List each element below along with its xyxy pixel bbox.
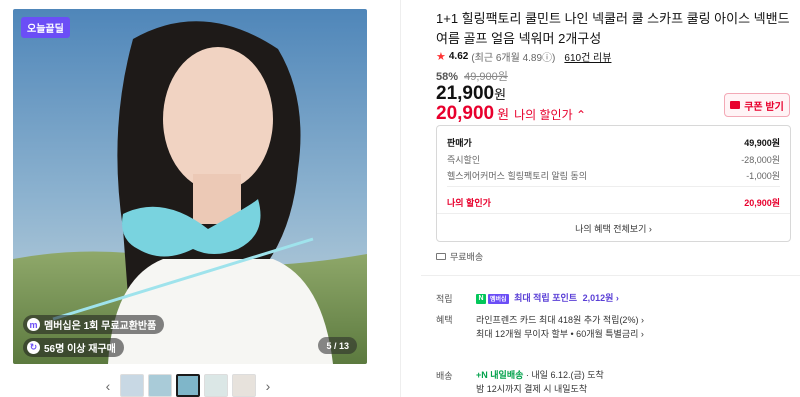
rating-score: 4.62 — [448, 51, 469, 62]
divider — [437, 213, 790, 214]
product-gallery: 오늘끝딜 m 멤버십은 1회 무료교환반품 ↻ 56명 이상 재구매 5 / 1… — [0, 0, 400, 397]
delivery-row: +N 내일배송 · 내일 6.12.(금) 도착 — [476, 368, 604, 381]
thumbnail[interactable] — [232, 374, 256, 397]
coupon-label: 쿠폰 받기 — [744, 101, 784, 113]
original-price: 49,900원 — [464, 71, 508, 83]
sale-price-label: 판매가 — [447, 138, 472, 148]
discount-percent: 58% — [436, 71, 459, 83]
my-price-label: 나의 할인가 ⌃ — [514, 108, 587, 122]
alert-discount-row: 헬스케어커머스 힐링팩토리 알림 동의 -1,000원 — [447, 169, 780, 182]
naver-n-icon: N — [476, 293, 486, 304]
divider — [421, 275, 800, 276]
card-perk-link[interactable]: 라인프렌즈 카드 최대 418원 추가 적립(2%) › — [476, 313, 644, 326]
product-title: 1+1 힐링팩토리 쿨민트 나인 넥쿨러 쿨 스카프 쿨링 아이스 넥밴드 여름… — [436, 11, 790, 46]
rating-row: ★ 4.62 (최근 6개월 4.89ⓘ) 610건 리뷰 — [436, 49, 611, 64]
thumbnail-active[interactable] — [176, 374, 200, 397]
thumbnail-prev-arrow-icon[interactable]: ‹ — [100, 378, 116, 394]
points-text: 최대 적립 포인트 — [514, 293, 578, 303]
my-price-unit: 원 — [497, 107, 510, 122]
thumbnail[interactable] — [204, 374, 228, 397]
my-price-value: 20,900 — [436, 103, 495, 124]
alert-discount-amount: -1,000원 — [746, 171, 780, 181]
sale-price-row: 판매가 49,900원 — [447, 136, 780, 149]
repurchase-icon: ↻ — [27, 341, 40, 354]
naver-plus-badge: N 멤버십 — [476, 293, 509, 304]
coupon-button[interactable]: 쿠폰 받기 — [724, 93, 790, 117]
instant-discount-row: 즉시할인 -28,000원 — [447, 153, 780, 166]
rating-detail: (최근 6개월 4.89ⓘ) — [471, 53, 556, 64]
tomorrow-delivery-badge: +N 내일배송 — [476, 370, 524, 380]
all-benefits-link[interactable]: 나의 혜택 전체보기 › — [437, 222, 790, 235]
membership-icon: m — [27, 318, 40, 331]
main-product-image[interactable]: 오늘끝딜 m 멤버십은 1회 무료교환반품 ↻ 56명 이상 재구매 5 / 1… — [13, 9, 367, 364]
thumbnail[interactable] — [148, 374, 172, 397]
delivery-note: 밤 12시까지 결제 시 내일도착 — [476, 384, 588, 394]
membership-exchange-text: 멤버십은 1회 무료교환반품 — [44, 321, 157, 332]
sale-price: 21,900원 — [436, 83, 506, 105]
instant-discount-label: 즉시할인 — [447, 155, 481, 165]
instant-discount-amount: -28,000원 — [741, 155, 780, 165]
my-price-row-label: 나의 할인가 — [447, 198, 491, 208]
my-price-row: 나의 할인가 20,900원 — [447, 196, 780, 209]
free-shipping: 무료배송 — [436, 250, 483, 263]
today-deal-badge: 오늘끝딜 — [21, 17, 70, 38]
delivery-label: 배송 — [436, 371, 453, 381]
thumbnail[interactable] — [120, 374, 144, 397]
points-value: 2,012원 › — [582, 293, 619, 303]
perks-label: 혜택 — [436, 315, 453, 325]
product-photo — [13, 9, 367, 364]
image-counter: 5 / 13 — [318, 337, 357, 354]
delivery-date: · 내일 6.12.(금) 도착 — [525, 370, 604, 380]
my-discount-price[interactable]: 20,900 원 나의 할인가 ⌃ — [436, 103, 586, 125]
truck-icon — [436, 253, 446, 260]
free-shipping-text: 무료배송 — [450, 252, 484, 262]
thumbnail-strip: ‹ › — [100, 374, 276, 397]
product-info: 1+1 힐링팩토리 쿨민트 나인 넥쿨러 쿨 스카프 쿨링 아이스 넥밴드 여름… — [400, 0, 800, 397]
discount-row: 58% 49,900원 — [436, 68, 508, 84]
sale-price-unit: 원 — [494, 87, 507, 102]
sale-price-value: 21,900 — [436, 83, 495, 104]
coupon-icon — [730, 101, 741, 109]
thumbnail-next-arrow-icon[interactable]: › — [260, 378, 276, 394]
price-breakdown-box: 판매가 49,900원 즉시할인 -28,000원 헬스케어커머스 힐링팩토리 … — [436, 125, 791, 242]
my-price-row-amount: 20,900원 — [744, 198, 780, 208]
points-row[interactable]: N 멤버십 최대 적립 포인트 2,012원 › — [476, 291, 619, 304]
divider — [447, 186, 780, 187]
installment-perk-link[interactable]: 최대 12개월 무이자 할부 • 60개월 특별금리 › — [476, 327, 644, 340]
repurchase-text: 56명 이상 재구매 — [44, 344, 116, 355]
review-count-link[interactable]: 610건 리뷰 — [564, 49, 611, 64]
sale-price-amount: 49,900원 — [744, 138, 780, 148]
points-label: 적립 — [436, 294, 453, 304]
star-icon: ★ — [436, 51, 446, 63]
membership-badge: 멤버십 — [488, 293, 509, 304]
repurchase-pill: ↻ 56명 이상 재구매 — [23, 338, 124, 357]
membership-exchange-pill: m 멤버십은 1회 무료교환반품 — [23, 315, 165, 334]
alert-discount-label: 헬스케어커머스 힐링팩토리 알림 동의 — [447, 171, 587, 181]
